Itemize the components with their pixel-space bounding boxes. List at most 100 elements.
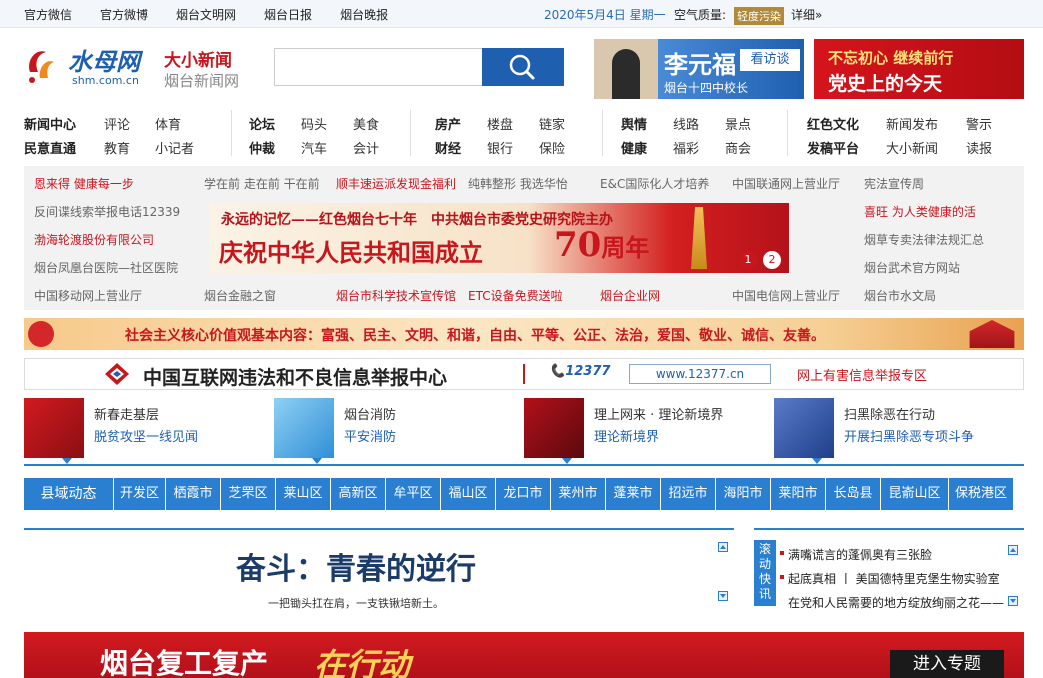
partner-link[interactable]: 喜旺 为人类健康的活 (864, 203, 976, 220)
partner-link[interactable]: 烟台市水文局 (864, 287, 936, 304)
nav-arbitration[interactable]: 仲裁 (249, 138, 275, 157)
partner-link[interactable]: 学在前 走在前 干在前 (204, 175, 320, 192)
district-tab[interactable]: 高新区 (331, 478, 386, 510)
nav-press-release[interactable]: 新闻发布 (886, 114, 938, 133)
nav-young-reporter[interactable]: 小记者 (155, 138, 194, 157)
headline-title[interactable]: 奋斗：青春的逆行 (236, 544, 476, 588)
district-tab[interactable]: 莱山区 (276, 478, 331, 510)
report-url[interactable]: www.12377.cn (629, 364, 771, 384)
nav-chamber[interactable]: 商会 (725, 138, 751, 157)
nav-read-paper[interactable]: 读报 (966, 138, 992, 157)
top-link-wechat[interactable]: 官方微信 (24, 6, 72, 23)
district-tab[interactable]: 招远市 (661, 478, 716, 510)
partner-link[interactable]: 纯韩整形 我选华怡 (468, 175, 568, 192)
top-link-civilization[interactable]: 烟台文明网 (176, 6, 236, 23)
district-tab[interactable]: 莱阳市 (771, 478, 826, 510)
nav-food[interactable]: 美食 (353, 114, 379, 133)
nav-news-center[interactable]: 新闻中心 (24, 114, 76, 133)
nav-auto[interactable]: 汽车 (301, 138, 327, 157)
slide-dot-1[interactable]: 1 (739, 251, 757, 269)
nav-routes[interactable]: 线路 (673, 114, 699, 133)
top-link-daily[interactable]: 烟台日报 (264, 6, 312, 23)
nav-public-opinion[interactable]: 民意直通 (24, 138, 76, 157)
nav-bank[interactable]: 银行 (487, 138, 513, 157)
district-tab[interactable]: 芝罘区 (221, 478, 276, 510)
air-quality-detail-link[interactable]: 详细» (791, 6, 822, 23)
nav-health[interactable]: 健康 (621, 138, 647, 157)
scroll-news-item[interactable]: 满嘴谎言的蓬佩奥有三张脸 (779, 546, 932, 563)
nav-properties[interactable]: 楼盘 (487, 114, 513, 133)
partner-link[interactable]: 中国电信网上营业厅 (732, 287, 840, 304)
slide-dot-2[interactable]: 2 (763, 251, 781, 269)
district-tab[interactable]: 福山区 (441, 478, 496, 510)
nav-dock[interactable]: 码头 (301, 114, 327, 133)
headline-next-icon[interactable] (718, 591, 728, 601)
anniversary-banner[interactable]: 永远的记忆——红色烟台七十年 中共烟台市委党史研究院主办 庆祝中华人民共和国成立… (209, 203, 789, 273)
district-tab[interactable]: 莱州市 (551, 478, 606, 510)
partner-link[interactable]: 烟台金融之窗 (204, 287, 276, 304)
district-tab[interactable]: 龙口市 (496, 478, 551, 510)
enter-topic-button[interactable]: 进入专题 (890, 650, 1004, 678)
partner-link[interactable]: 中国联通网上营业厅 (732, 175, 840, 192)
party-history-banner[interactable]: 不忘初心 继续前行 党史上的今天 (814, 39, 1024, 99)
nav-comment[interactable]: 评论 (104, 114, 130, 133)
partner-link[interactable]: 烟台市科学技术宣传馆 (336, 287, 456, 304)
district-tab[interactable]: 蓬莱市 (606, 478, 661, 510)
district-tab[interactable]: 长岛县 (826, 478, 881, 510)
feature-item[interactable]: 新春走基层 脱贫攻坚一线见闻 (24, 398, 264, 464)
nav-forum[interactable]: 论坛 (249, 114, 275, 133)
district-tab[interactable]: 海阳市 (716, 478, 771, 510)
report-center-banner[interactable]: 中国互联网违法和不良信息举报中心 📞12377 www.12377.cn 网上有… (24, 358, 1024, 390)
partner-link[interactable]: 烟草专卖法律法规汇总 (864, 231, 984, 248)
partner-link[interactable]: ETC设备免费送啦 (468, 287, 563, 304)
nav-real-estate[interactable]: 房产 (435, 114, 461, 133)
feature-title: 新春走基层 (94, 408, 160, 423)
site-logo[interactable]: 水母网 shm.com.cn 大小新闻 烟台新闻网 (24, 40, 254, 92)
search-input[interactable] (274, 48, 483, 86)
partner-link[interactable]: E&C国际化人才培养 (600, 175, 709, 192)
nav-insurance[interactable]: 保险 (539, 138, 565, 157)
feature-item[interactable]: 扫黑除恶在行动 开展扫黑除恶专项斗争 (774, 398, 1014, 464)
partner-link[interactable]: 烟台凤凰台医院—社区医院 (34, 259, 178, 276)
feature-item[interactable]: 烟台消防 平安消防 (274, 398, 514, 464)
top-link-evening[interactable]: 烟台晚报 (340, 6, 388, 23)
top-link-weibo[interactable]: 官方微博 (100, 6, 148, 23)
feature-thumb (24, 398, 84, 464)
feature-item[interactable]: 理上网来 · 理论新境界 理论新境界 (524, 398, 764, 464)
scroll-down-icon[interactable] (1008, 596, 1018, 606)
nav-education[interactable]: 教育 (104, 138, 130, 157)
district-tab-county-news[interactable]: 县域动态 (24, 478, 114, 510)
district-tab[interactable]: 保税港区 (949, 478, 1014, 510)
nav-lottery[interactable]: 福彩 (673, 138, 699, 157)
nav-red-culture[interactable]: 红色文化 (807, 114, 859, 133)
partner-link[interactable]: 顺丰速运派发现金福利 (336, 175, 456, 192)
nav-warning[interactable]: 警示 (966, 114, 992, 133)
nav-daxiao-news[interactable]: 大小新闻 (886, 138, 938, 157)
nav-submit-platform[interactable]: 发稿平台 (807, 138, 859, 157)
headline-prev-icon[interactable] (718, 542, 728, 552)
interview-banner[interactable]: 李元福 看访谈 烟台十四中校长 (594, 39, 804, 99)
partner-link[interactable]: 烟台企业网 (600, 287, 660, 304)
partner-link[interactable]: 烟台武术官方网站 (864, 259, 960, 276)
partner-link[interactable]: 中国移动网上营业厅 (34, 287, 142, 304)
nav-accounting[interactable]: 会计 (353, 138, 379, 157)
report-zone-link[interactable]: 网上有害信息举报专区 (797, 365, 927, 384)
scroll-up-icon[interactable] (1008, 545, 1018, 555)
nav-opinion[interactable]: 舆情 (621, 114, 647, 133)
partner-link[interactable]: 反间谍线索举报电话12339 (34, 203, 180, 220)
resume-work-banner[interactable]: 烟台复工复产 在行动 进入专题 (24, 632, 1024, 678)
search-button[interactable] (482, 48, 564, 86)
partner-link[interactable]: 宪法宣传周 (864, 175, 924, 192)
nav-sports[interactable]: 体育 (155, 114, 181, 133)
nav-scenic[interactable]: 景点 (725, 114, 751, 133)
district-tab[interactable]: 昆嵛山区 (881, 478, 949, 510)
scroll-news-item[interactable]: 在党和人民需要的地方绽放绚丽之花—— (788, 594, 1006, 611)
nav-finance[interactable]: 财经 (435, 138, 461, 157)
district-tab[interactable]: 栖霞市 (166, 478, 221, 510)
partner-link[interactable]: 恩来得 健康每一步 (34, 175, 134, 192)
district-tab[interactable]: 牟平区 (386, 478, 441, 510)
nav-lianjia[interactable]: 链家 (539, 114, 565, 133)
partner-link[interactable]: 渤海轮渡股份有限公司 (34, 231, 154, 248)
district-tab[interactable]: 开发区 (114, 478, 166, 510)
scroll-news-item[interactable]: 起底真相 丨 美国德特里克堡生物实验室 (780, 570, 1000, 587)
